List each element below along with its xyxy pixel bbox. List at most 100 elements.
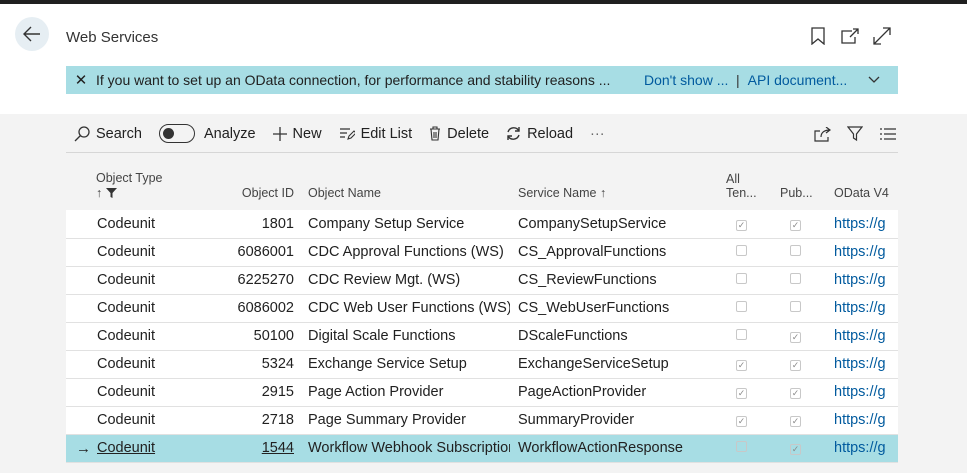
all-tenants-checkbox-cell[interactable] bbox=[718, 322, 772, 351]
service-name-cell[interactable]: ExchangeServiceSetup bbox=[510, 350, 718, 379]
object-name-cell[interactable]: Digital Scale Functions bbox=[300, 322, 510, 351]
list-view-icon[interactable] bbox=[878, 124, 898, 144]
published-checkbox-cell[interactable]: ✓ bbox=[772, 322, 826, 351]
reload-button[interactable]: Reload bbox=[506, 126, 573, 142]
object-type-cell[interactable]: Codeunit bbox=[96, 210, 196, 239]
odata-v4-url-link[interactable]: https://g bbox=[826, 406, 898, 435]
object-name-cell[interactable]: Page Action Provider bbox=[300, 378, 510, 407]
checkbox-checked[interactable]: ✓ bbox=[790, 360, 801, 371]
object-id-cell[interactable]: 2718 bbox=[196, 406, 300, 435]
odata-v4-url-link[interactable]: https://g bbox=[826, 210, 898, 239]
odata-v4-url-link[interactable]: https://g bbox=[826, 266, 898, 295]
checkbox-unchecked[interactable] bbox=[736, 329, 747, 340]
all-tenants-checkbox-cell[interactable] bbox=[718, 434, 772, 463]
table-row[interactable]: Codeunit 5324 Exchange Service Setup Exchan… bbox=[66, 350, 898, 379]
api-documentation-link[interactable]: API document... bbox=[748, 72, 860, 88]
column-header-object-id[interactable]: Object ID bbox=[196, 154, 300, 210]
checkbox-checked[interactable]: ✓ bbox=[790, 416, 801, 427]
all-tenants-checkbox-cell[interactable] bbox=[718, 238, 772, 267]
table-row[interactable]: Codeunit 6086001 CDC Approval Functions (W… bbox=[66, 238, 898, 267]
toggle-switch[interactable] bbox=[158, 124, 195, 143]
filter-icon[interactable] bbox=[845, 124, 865, 144]
published-checkbox-cell[interactable]: ✓ bbox=[772, 350, 826, 379]
column-header-all-tenants[interactable]: All Ten... bbox=[718, 154, 772, 210]
object-id-cell[interactable]: 1801 bbox=[196, 210, 300, 239]
analyze-toggle[interactable]: Analyze bbox=[158, 124, 256, 143]
odata-v4-url-link[interactable]: https://g bbox=[826, 350, 898, 379]
service-name-cell[interactable]: WorkflowActionResponse bbox=[510, 434, 718, 463]
object-type-cell[interactable]: Codeunit bbox=[96, 322, 196, 351]
all-tenants-checkbox-cell[interactable]: ✓ bbox=[718, 350, 772, 379]
chevron-down-icon[interactable] bbox=[868, 76, 884, 84]
object-name-cell[interactable]: Exchange Service Setup bbox=[300, 350, 510, 379]
column-header-service-name[interactable]: Service Name ↑ bbox=[510, 154, 718, 210]
object-name-cell[interactable]: Company Setup Service bbox=[300, 210, 510, 239]
table-row[interactable]: Codeunit 2718 Page Summary Provider Summary… bbox=[66, 406, 898, 435]
checkbox-unchecked[interactable] bbox=[736, 301, 747, 312]
row-menu-icon[interactable]: ⋮ bbox=[190, 440, 196, 458]
checkbox-checked[interactable]: ✓ bbox=[736, 219, 747, 231]
banner-close-icon[interactable]: ✕ bbox=[66, 71, 96, 89]
open-new-window-icon[interactable] bbox=[840, 26, 860, 46]
all-tenants-checkbox-cell[interactable]: ✓ bbox=[718, 406, 772, 435]
column-header-object-type[interactable]: Object Type ↑ bbox=[96, 154, 196, 210]
table-row[interactable]: Codeunit 6225270 CDC Review Mgt. (WS) CS_Re… bbox=[66, 266, 898, 295]
checkbox-checked[interactable]: ✓ bbox=[790, 388, 801, 399]
table-row[interactable]: Codeunit 2915 Page Action Provider PageActi… bbox=[66, 378, 898, 407]
object-name-cell[interactable]: CDC Approval Functions (WS) bbox=[300, 238, 510, 267]
table-row[interactable]: Codeunit 1801 Company Setup Service Company… bbox=[66, 210, 898, 239]
published-checkbox-cell[interactable]: ✓ bbox=[772, 406, 826, 435]
checkbox-checked[interactable]: ✓ bbox=[736, 388, 747, 399]
checkbox-checked[interactable]: ✓ bbox=[790, 332, 801, 343]
published-checkbox-cell[interactable]: ✓ bbox=[772, 378, 826, 407]
table-row[interactable]: Codeunit 50100 Digital Scale Functions DSca… bbox=[66, 322, 898, 351]
checkbox-checked[interactable]: ✓ bbox=[736, 360, 747, 371]
published-checkbox-cell[interactable] bbox=[772, 238, 826, 267]
service-name-cell[interactable]: SummaryProvider bbox=[510, 406, 718, 435]
object-type-cell[interactable]: Codeunit bbox=[96, 406, 196, 435]
checkbox-unchecked[interactable] bbox=[736, 441, 747, 452]
object-id-cell[interactable]: 2915 bbox=[196, 378, 300, 407]
dont-show-link[interactable]: Don't show ... bbox=[644, 72, 736, 88]
all-tenants-checkbox-cell[interactable] bbox=[718, 294, 772, 323]
published-checkbox-cell[interactable] bbox=[772, 266, 826, 295]
published-checkbox-cell[interactable]: ✓ bbox=[772, 210, 826, 239]
object-id-cell[interactable]: 6086001 bbox=[196, 238, 300, 267]
checkbox-unchecked[interactable] bbox=[790, 301, 801, 312]
object-type-cell[interactable]: Codeunit bbox=[96, 238, 196, 267]
all-tenants-checkbox-cell[interactable]: ✓ bbox=[718, 210, 772, 239]
checkbox-unchecked[interactable] bbox=[736, 273, 747, 284]
table-row[interactable]: Codeunit 6086002 CDC Web User Functions (W… bbox=[66, 294, 898, 323]
new-button[interactable]: New bbox=[272, 126, 322, 142]
object-name-cell[interactable]: Page Summary Provider bbox=[300, 406, 510, 435]
object-id-cell[interactable]: 5324 bbox=[196, 350, 300, 379]
checkbox-checked[interactable]: ✓ bbox=[790, 219, 801, 231]
column-header-object-name[interactable]: Object Name bbox=[300, 154, 510, 210]
bookmark-icon[interactable] bbox=[808, 26, 828, 46]
search-button[interactable]: Search bbox=[74, 126, 142, 142]
more-options-button[interactable]: ··· bbox=[590, 126, 605, 142]
service-name-cell[interactable]: PageActionProvider bbox=[510, 378, 718, 407]
service-name-cell[interactable]: CS_ApprovalFunctions bbox=[510, 238, 718, 267]
column-header-published[interactable]: Pub... bbox=[772, 154, 826, 210]
odata-v4-url-link[interactable]: https://g bbox=[826, 294, 898, 323]
object-type-cell[interactable]: Codeunit⋮ bbox=[96, 434, 196, 463]
object-type-cell[interactable]: Codeunit bbox=[96, 350, 196, 379]
object-type-cell[interactable]: Codeunit bbox=[96, 378, 196, 407]
object-id-cell[interactable]: 6225270 bbox=[196, 266, 300, 295]
share-icon[interactable] bbox=[812, 124, 832, 144]
all-tenants-checkbox-cell[interactable] bbox=[718, 266, 772, 295]
checkbox-checked[interactable]: ✓ bbox=[790, 444, 801, 455]
checkbox-unchecked[interactable] bbox=[790, 245, 801, 256]
odata-v4-url-link[interactable]: https://g bbox=[826, 238, 898, 267]
odata-v4-url-link[interactable]: https://g bbox=[826, 322, 898, 351]
object-type-cell[interactable]: Codeunit bbox=[96, 266, 196, 295]
back-button[interactable] bbox=[15, 17, 49, 51]
odata-v4-url-link[interactable]: https://g bbox=[826, 378, 898, 407]
object-id-cell[interactable]: 6086002 bbox=[196, 294, 300, 323]
object-name-cell[interactable]: Workflow Webhook Subscription bbox=[300, 434, 510, 463]
checkbox-checked[interactable]: ✓ bbox=[736, 416, 747, 427]
checkbox-unchecked[interactable] bbox=[790, 273, 801, 284]
object-type-cell[interactable]: Codeunit bbox=[96, 294, 196, 323]
service-name-cell[interactable]: CS_WebUserFunctions bbox=[510, 294, 718, 323]
